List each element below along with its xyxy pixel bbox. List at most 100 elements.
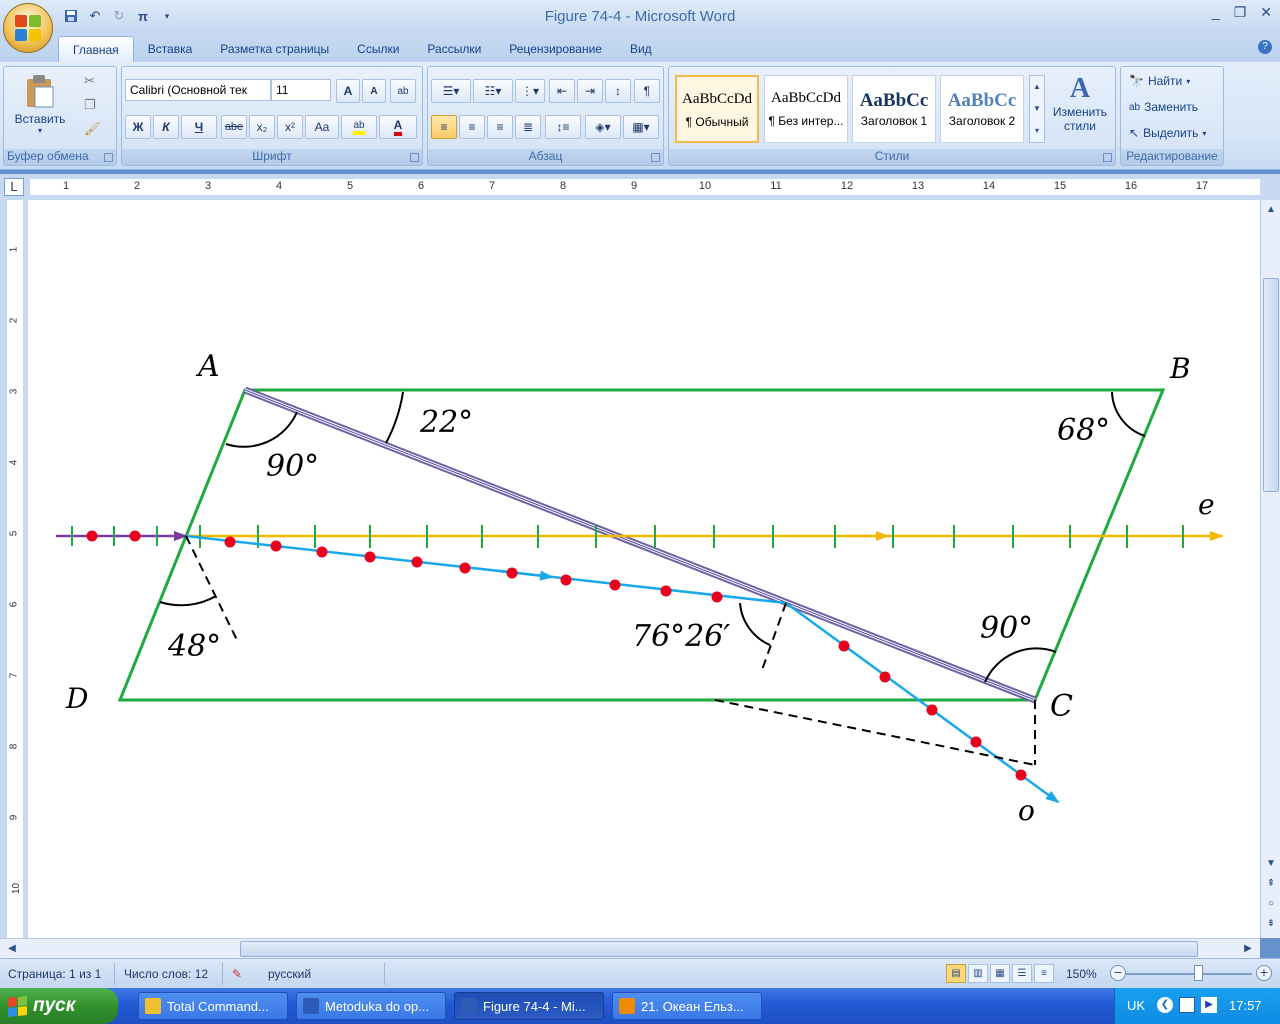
bold-button[interactable]: Ж (125, 115, 151, 139)
horizontal-ruler[interactable]: L 1 2 3 4 5 6 7 8 9 10 11 12 13 14 15 16 17 (0, 174, 1280, 200)
word-count[interactable]: Число слов: 12 (124, 967, 208, 981)
replace-button[interactable]: ab Заменить (1129, 97, 1198, 117)
pi-equation-icon[interactable]: π (132, 6, 154, 26)
zoom-out-button[interactable]: − (1110, 965, 1126, 981)
restore-button[interactable]: ❐ (1234, 4, 1247, 21)
tab-review[interactable]: Рецензирование (495, 36, 616, 62)
zoom-slider-thumb[interactable] (1194, 965, 1203, 981)
change-case-button[interactable]: Aa (305, 115, 339, 139)
zoom-in-button[interactable]: + (1256, 965, 1272, 981)
undo-icon[interactable]: ↶ (84, 6, 106, 26)
strikethrough-button[interactable]: abe (221, 115, 247, 139)
show-marks-button[interactable]: ¶ (634, 79, 660, 103)
media-play-icon[interactable]: ▶ (1201, 997, 1217, 1013)
browse-object-icon[interactable]: ○ (1263, 896, 1279, 912)
network-icon[interactable] (1179, 997, 1195, 1013)
align-right-button[interactable]: ≡ (487, 115, 513, 139)
scroll-down-icon[interactable]: ▼ (1263, 856, 1279, 872)
tab-references[interactable]: Ссылки (343, 36, 413, 62)
outline-view-button[interactable]: ☰ (1012, 964, 1032, 983)
align-center-button[interactable]: ≡ (459, 115, 485, 139)
paragraph-launcher-icon[interactable] (651, 153, 660, 162)
customize-icon[interactable]: ▾ (156, 6, 178, 26)
zoom-level[interactable]: 150% (1066, 967, 1097, 981)
proofing-icon[interactable]: ✎ (232, 967, 242, 981)
highlight-button[interactable]: ab (341, 115, 377, 139)
sort-button[interactable]: ↕ (605, 79, 631, 103)
grow-font-button[interactable]: A (336, 79, 360, 103)
minimize-button[interactable]: _ (1212, 4, 1220, 21)
draft-view-button[interactable]: ≡ (1034, 964, 1054, 983)
decrease-indent-button[interactable]: ⇤ (549, 79, 575, 103)
print-layout-view-button[interactable]: ▤ (946, 964, 966, 983)
tab-view[interactable]: Вид (616, 36, 666, 62)
tab-home[interactable]: Главная (58, 36, 134, 62)
select-button[interactable]: ↖ Выделить ▾ (1129, 123, 1206, 143)
vertical-scrollbar[interactable]: ▲ ▼ ⇞ ○ ⇟ (1260, 200, 1280, 938)
next-page-icon[interactable]: ⇟ (1263, 916, 1279, 932)
numbering-button[interactable]: ☷▾ (473, 79, 513, 103)
underline-button[interactable]: Ч (181, 115, 217, 139)
find-button[interactable]: 🔭 Найти ▾ (1129, 71, 1190, 91)
style-no-spacing[interactable]: AaBbCcDd ¶ Без интер... (764, 75, 848, 143)
clear-format-button[interactable]: ab (390, 79, 416, 103)
tab-mailings[interactable]: Рассылки (413, 36, 495, 62)
horizontal-scroll-thumb[interactable] (240, 941, 1198, 957)
scroll-left-icon[interactable]: ◀ (4, 941, 20, 957)
clipboard-launcher-icon[interactable] (104, 153, 113, 162)
document-page[interactable]: A B C D e o 22° 90° 68° 48° 76°26′ 90° (28, 200, 1260, 938)
page-count[interactable]: Страница: 1 из 1 (8, 967, 101, 981)
format-painter-icon[interactable]: 🖌 (84, 121, 101, 137)
cut-icon[interactable]: ✂ (84, 73, 95, 89)
save-icon[interactable] (60, 6, 82, 26)
paste-button[interactable]: Вставить ▾ (14, 71, 66, 147)
style-heading-1[interactable]: AaBbCc Заголовок 1 (852, 75, 936, 143)
superscript-button[interactable]: x² (277, 115, 303, 139)
task-metoduka[interactable]: Metoduka do op... (296, 992, 446, 1020)
font-color-button[interactable]: A (379, 115, 417, 139)
task-total-commander[interactable]: Total Command... (138, 992, 288, 1020)
full-screen-reading-button[interactable]: ▥ (968, 964, 988, 983)
tab-stop-selector[interactable]: L (4, 178, 24, 196)
line-spacing-button[interactable]: ↕≡ (545, 115, 581, 139)
increase-indent-button[interactable]: ⇥ (577, 79, 603, 103)
styles-launcher-icon[interactable] (1103, 153, 1112, 162)
style-heading-2[interactable]: AaBbCc Заголовок 2 (940, 75, 1024, 143)
tab-page-layout[interactable]: Разметка страницы (206, 36, 343, 62)
font-size-select[interactable]: 11 (271, 79, 331, 101)
multilevel-button[interactable]: ⋮▾ (515, 79, 545, 103)
italic-button[interactable]: К (153, 115, 179, 139)
styles-scroll[interactable]: ▲ ▼ ▾ (1029, 75, 1045, 143)
borders-button[interactable]: ▦▾ (623, 115, 659, 139)
task-figure-74-4[interactable]: Figure 74-4 - Mi... (454, 992, 604, 1020)
redo-icon[interactable]: ↻ (108, 6, 130, 26)
style-normal[interactable]: AaBbCcDd ¶ Обычный (675, 75, 759, 143)
tab-insert[interactable]: Вставка (134, 36, 207, 62)
zoom-slider[interactable] (1126, 973, 1252, 975)
horizontal-scrollbar[interactable]: ◀ ▶ (0, 938, 1260, 958)
scroll-up-icon[interactable]: ▲ (1263, 202, 1279, 218)
prev-page-icon[interactable]: ⇞ (1263, 876, 1279, 892)
font-launcher-icon[interactable] (410, 153, 419, 162)
help-icon[interactable]: ? (1258, 40, 1272, 54)
justify-button[interactable]: ≣ (515, 115, 541, 139)
font-name-select[interactable]: Calibri (Основной тек (125, 79, 271, 101)
bullets-button[interactable]: ☰▾ (431, 79, 471, 103)
subscript-button[interactable]: x₂ (249, 115, 275, 139)
start-button[interactable]: пуск (0, 988, 118, 1024)
shrink-font-button[interactable]: A (362, 79, 386, 103)
language[interactable]: русский (268, 967, 311, 981)
language-indicator[interactable]: UK (1127, 998, 1145, 1013)
office-button[interactable] (3, 3, 53, 53)
close-button[interactable]: ✕ (1260, 4, 1272, 21)
vertical-ruler[interactable]: 1 2 3 4 5 6 7 8 9 10 (0, 200, 28, 938)
align-left-button[interactable]: ≡ (431, 115, 457, 139)
copy-icon[interactable]: ❐ (84, 97, 96, 113)
shading-button[interactable]: ◈▾ (585, 115, 621, 139)
scroll-right-icon[interactable]: ▶ (1240, 941, 1256, 957)
change-styles-button[interactable]: A Изменить стили (1049, 73, 1111, 149)
task-okean-elzy[interactable]: 21. Океан Ельз... (612, 992, 762, 1020)
tray-expand-icon[interactable]: ❮ (1157, 997, 1173, 1013)
web-layout-button[interactable]: ▦ (990, 964, 1010, 983)
vertical-scroll-thumb[interactable] (1263, 278, 1279, 492)
